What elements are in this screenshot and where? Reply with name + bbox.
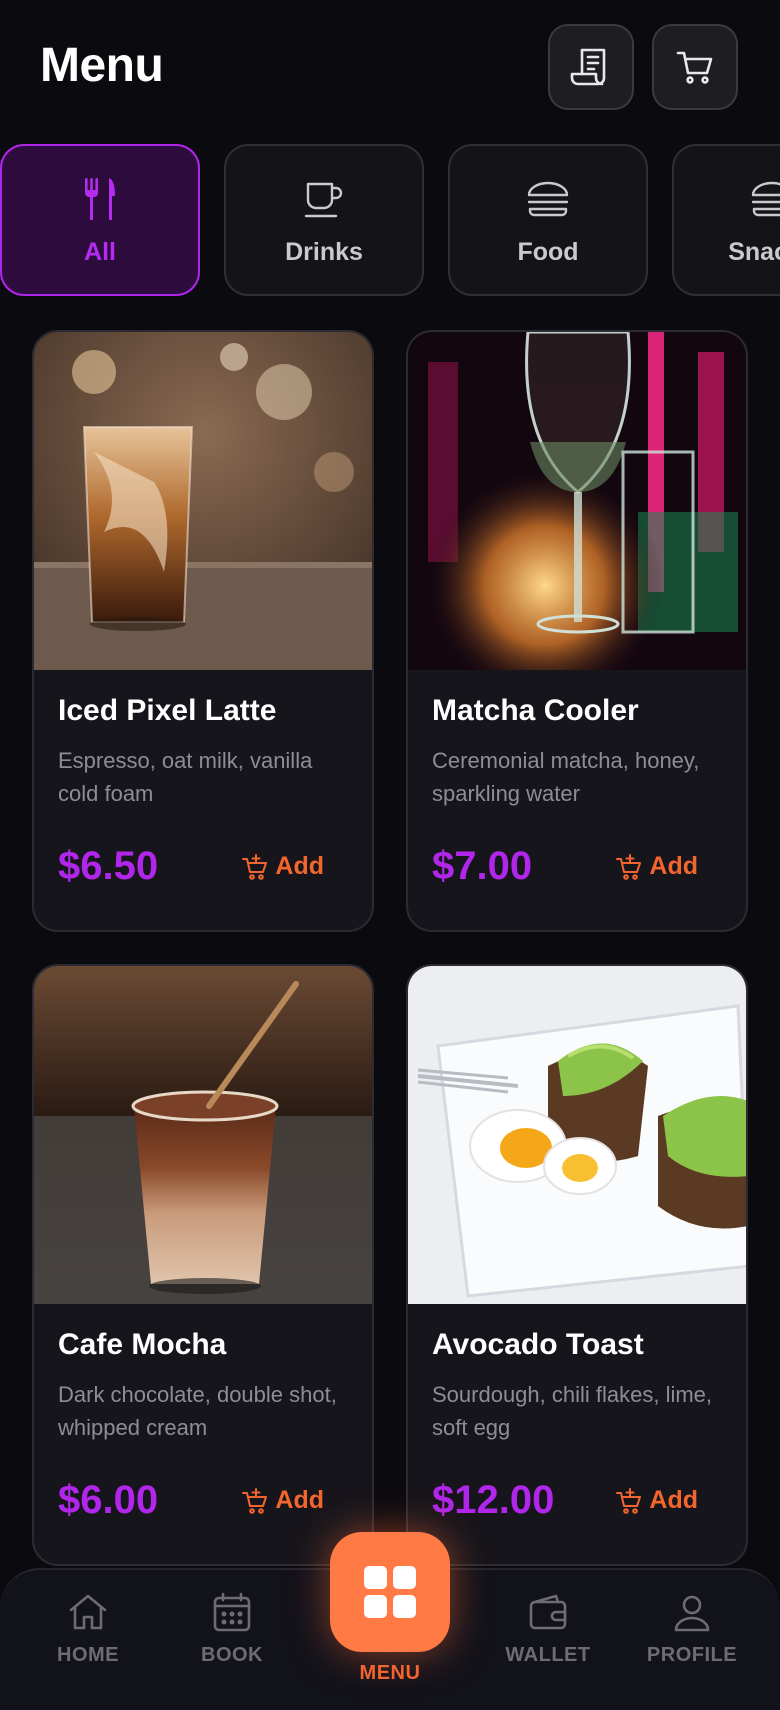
menu-item-card[interactable]: Iced Pixel Latte Espresso, oat milk, van… (32, 330, 374, 932)
page-title: Menu (40, 39, 164, 92)
item-name: Matcha Cooler (432, 694, 639, 727)
item-photo (34, 966, 372, 1304)
category-bar: All Drinks Food Sna (0, 144, 780, 298)
nav-home[interactable]: HOME (28, 1590, 148, 1667)
nav-label: HOME (57, 1644, 119, 1666)
utensils-icon (85, 178, 115, 220)
calendar-icon (213, 1592, 251, 1632)
add-label: Add (275, 1486, 324, 1514)
cart-button[interactable] (652, 24, 738, 110)
cart-plus-icon (616, 1487, 642, 1514)
nav-menu[interactable]: MENU (330, 1662, 450, 1685)
category-label: Food (517, 238, 579, 266)
nav-label: BOOK (201, 1644, 263, 1666)
nav-profile[interactable]: PROFILE (632, 1590, 752, 1667)
grid-icon (364, 1566, 416, 1618)
category-label: Snacks (728, 238, 780, 266)
item-name: Avocado Toast (432, 1328, 644, 1361)
item-name: Cafe Mocha (58, 1328, 227, 1361)
add-to-cart-button[interactable]: Add (241, 852, 324, 881)
cart-plus-icon (242, 853, 268, 880)
nav-wallet[interactable]: WALLET (488, 1590, 608, 1667)
add-to-cart-button[interactable]: Add (615, 1486, 698, 1515)
cart-plus-icon (242, 1487, 268, 1514)
wallet-icon (529, 1594, 567, 1630)
nav-label: WALLET (505, 1644, 591, 1666)
receipt-icon (570, 48, 606, 86)
item-price: $7.00 (432, 844, 533, 888)
menu-fab-button[interactable] (330, 1532, 450, 1652)
category-drinks[interactable]: Drinks (224, 144, 424, 296)
add-label: Add (649, 1486, 698, 1514)
item-description: Sourdough, chili flakes, lime, soft egg (432, 1382, 713, 1440)
add-label: Add (649, 852, 698, 880)
menu-item-card[interactable]: Matcha Cooler Ceremonial matcha, honey, … (406, 330, 748, 932)
cart-plus-icon (616, 853, 642, 880)
category-all[interactable]: All (0, 144, 200, 296)
item-photo (408, 332, 746, 670)
menu-item-card[interactable]: Cafe Mocha Dark chocolate, double shot, … (32, 964, 374, 1566)
cup-icon (304, 182, 343, 218)
nav-label: MENU (359, 1662, 421, 1684)
orders-button[interactable] (548, 24, 634, 110)
nav-label: PROFILE (646, 1644, 738, 1666)
item-name: Iced Pixel Latte (58, 694, 277, 727)
item-photo (408, 966, 746, 1304)
header: Menu (0, 0, 780, 140)
add-to-cart-button[interactable]: Add (615, 852, 698, 881)
profile-icon (674, 1595, 710, 1632)
item-description: Dark chocolate, double shot, whipped cre… (58, 1382, 337, 1440)
nav-book[interactable]: BOOK (172, 1590, 292, 1667)
menu-item-card[interactable]: Avocado Toast Sourdough, chili flakes, l… (406, 964, 748, 1566)
item-description: Espresso, oat milk, vanilla cold foam (58, 748, 313, 806)
item-photo (34, 332, 372, 670)
category-snacks[interactable]: Snacks (672, 144, 780, 296)
add-to-cart-button[interactable]: Add (241, 1486, 324, 1515)
burger-icon (527, 181, 569, 217)
cart-icon (676, 51, 713, 84)
burger-icon (751, 181, 780, 217)
item-description: Ceremonial matcha, honey, sparkling wate… (432, 748, 700, 806)
category-label: All (84, 238, 116, 266)
item-price: $6.00 (58, 1478, 159, 1522)
category-food[interactable]: Food (448, 144, 648, 296)
item-price: $12.00 (432, 1478, 555, 1522)
add-label: Add (275, 852, 324, 880)
home-icon (69, 1594, 107, 1630)
item-price: $6.50 (58, 844, 159, 888)
category-label: Drinks (285, 238, 363, 266)
